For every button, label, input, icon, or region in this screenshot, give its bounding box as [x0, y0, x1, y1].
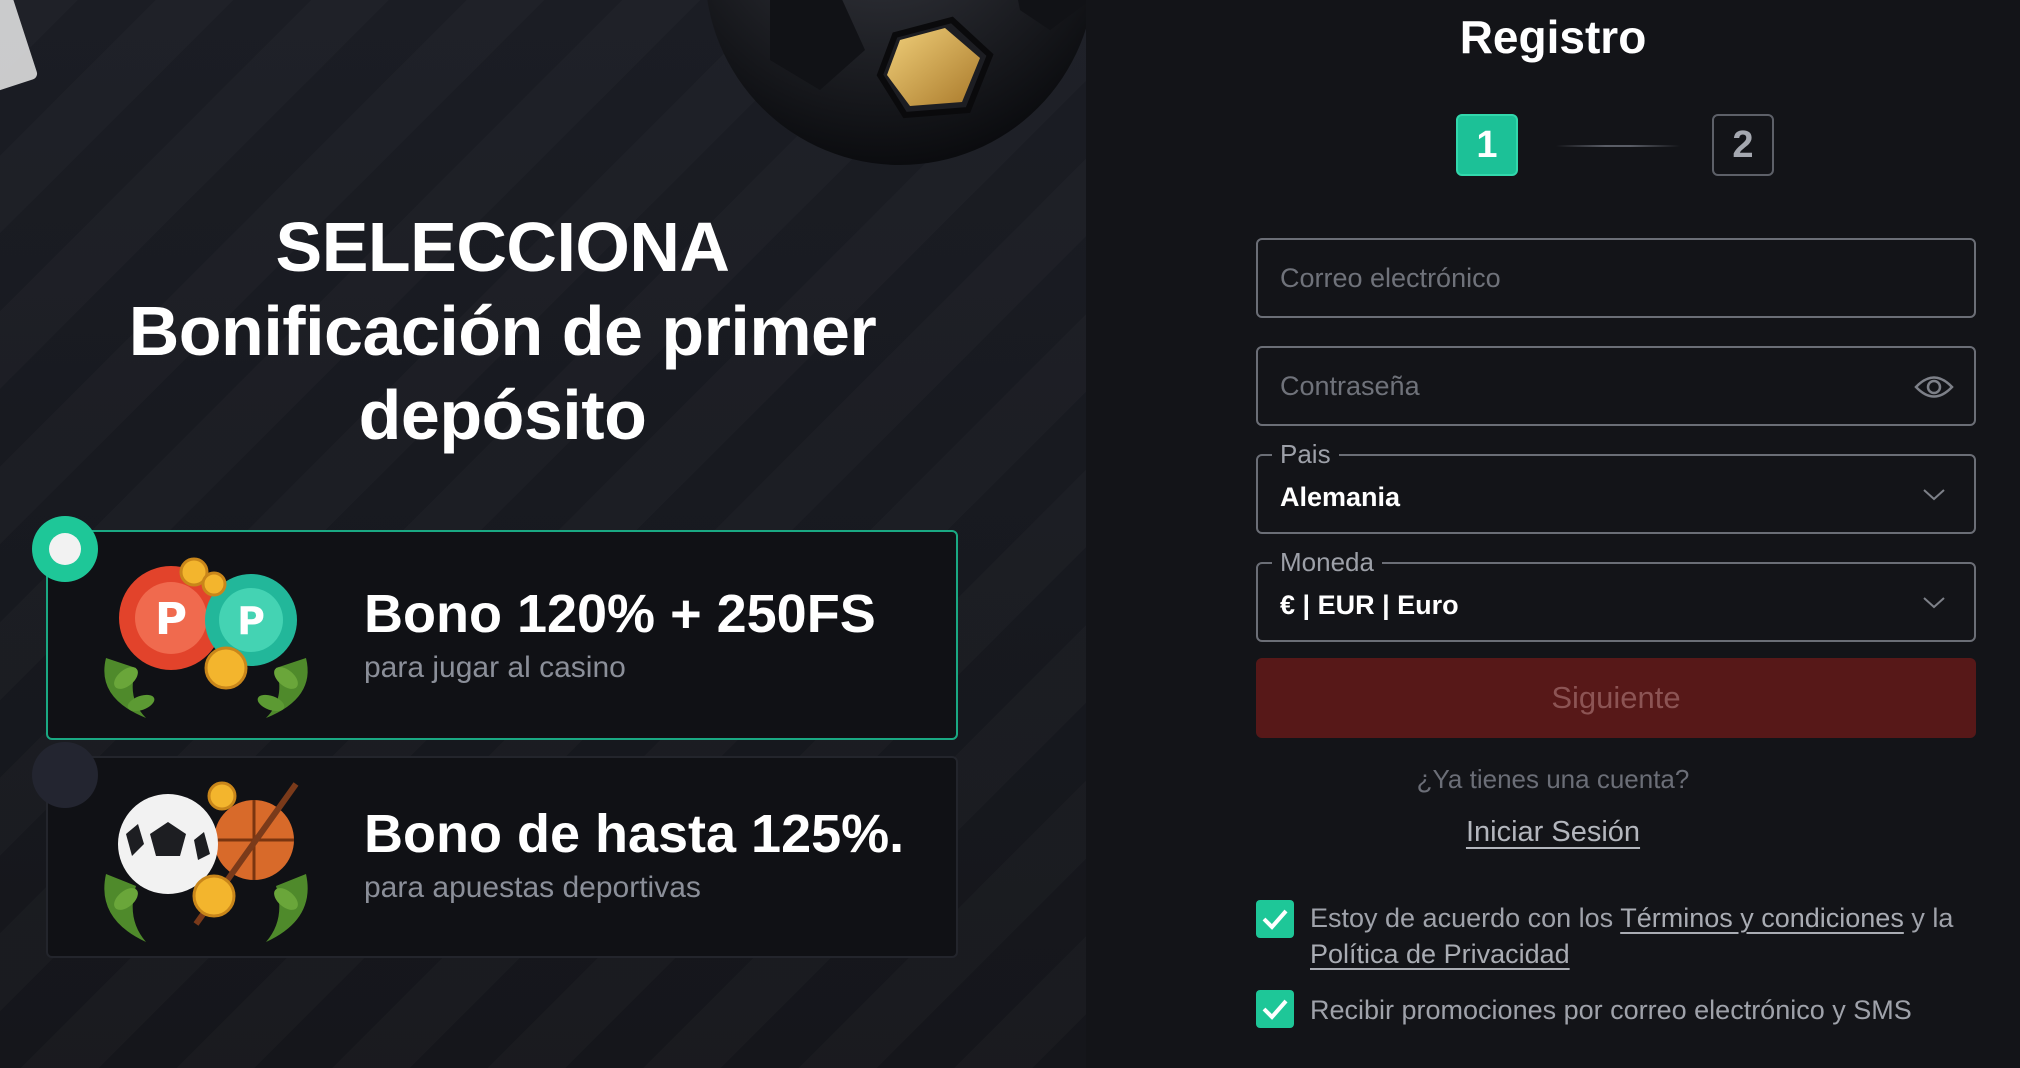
playing-card-decoration — [0, 0, 39, 97]
have-account-text: ¿Ya tienes una cuenta? — [1416, 764, 1690, 794]
bonus-title: Bono de hasta 125%. — [364, 804, 905, 864]
password-field[interactable] — [1256, 346, 1976, 426]
soccer-ball-decoration — [707, 0, 1086, 165]
email-input[interactable] — [1258, 240, 1974, 316]
form-title: Registro — [1459, 11, 1647, 63]
sports-balls-icon — [104, 781, 308, 942]
bonus-option-casino[interactable]: P P Bono 120% + 250FS para jugar al casi… — [32, 516, 958, 740]
casino-chips-icon: P P — [104, 557, 308, 718]
bonus-subtitle: para apuestas deportivas — [364, 871, 701, 904]
step-connector — [1556, 145, 1680, 147]
terms-middle: y la — [1903, 903, 1954, 933]
country-label: Pais — [1272, 438, 1339, 470]
promo-title-line2: Bonificación de primer — [128, 292, 877, 370]
chevron-down-icon — [1923, 489, 1945, 501]
promo-title: SELECCIONA Bonificación de primer depósi… — [60, 205, 945, 457]
eye-icon[interactable] — [1914, 372, 1954, 402]
promo-consent-checkbox[interactable] — [1256, 990, 1294, 1028]
promo-title-line3: depósito — [358, 376, 647, 454]
svg-text:P: P — [237, 599, 265, 643]
bonus-title: Bono 120% + 250FS — [364, 584, 876, 644]
currency-select[interactable]: Moneda € | EUR | Euro — [1256, 546, 1976, 642]
promo-consent-text: Recibir promociones por correo electróni… — [1310, 995, 1912, 1025]
currency-label: Moneda — [1272, 546, 1382, 578]
step-1-indicator: 1 — [1456, 114, 1518, 176]
chevron-down-icon — [1923, 597, 1945, 609]
svg-text:P: P — [155, 594, 187, 645]
promo-title-line1: SELECCIONA — [275, 208, 730, 286]
country-value: Alemania — [1280, 482, 1401, 512]
login-link[interactable]: Iniciar Sesión — [1466, 816, 1640, 848]
checkmark-icon — [1262, 909, 1288, 930]
privacy-link[interactable]: Política de Privacidad — [1310, 939, 1570, 969]
password-input[interactable] — [1258, 348, 1974, 424]
next-button[interactable]: Siguiente — [1256, 658, 1976, 738]
terms-consent-text: Estoy de acuerdo con los Términos y cond… — [1310, 900, 2010, 972]
terms-checkbox[interactable] — [1256, 900, 1294, 938]
email-field[interactable] — [1256, 238, 1976, 318]
promo-panel: SELECCIONA Bonificación de primer depósi… — [0, 0, 1086, 1068]
checkmark-icon — [1262, 999, 1288, 1020]
registration-panel: Registro 1 2 Pais Alemania Moneda € | EU… — [1086, 0, 2020, 1068]
terms-prefix: Estoy de acuerdo con los — [1310, 903, 1621, 933]
login-link-wrapper: Iniciar Sesión — [1086, 816, 2020, 849]
country-select[interactable]: Pais Alemania — [1256, 438, 1976, 534]
terms-link[interactable]: Términos y condiciones — [1620, 903, 1904, 933]
currency-value: € | EUR | Euro — [1280, 590, 1459, 620]
bonus-option-sports[interactable]: Bono de hasta 125%. para apuestas deport… — [32, 742, 958, 958]
step-2-indicator: 2 — [1712, 114, 1774, 176]
bonus-subtitle: para jugar al casino — [364, 651, 626, 684]
